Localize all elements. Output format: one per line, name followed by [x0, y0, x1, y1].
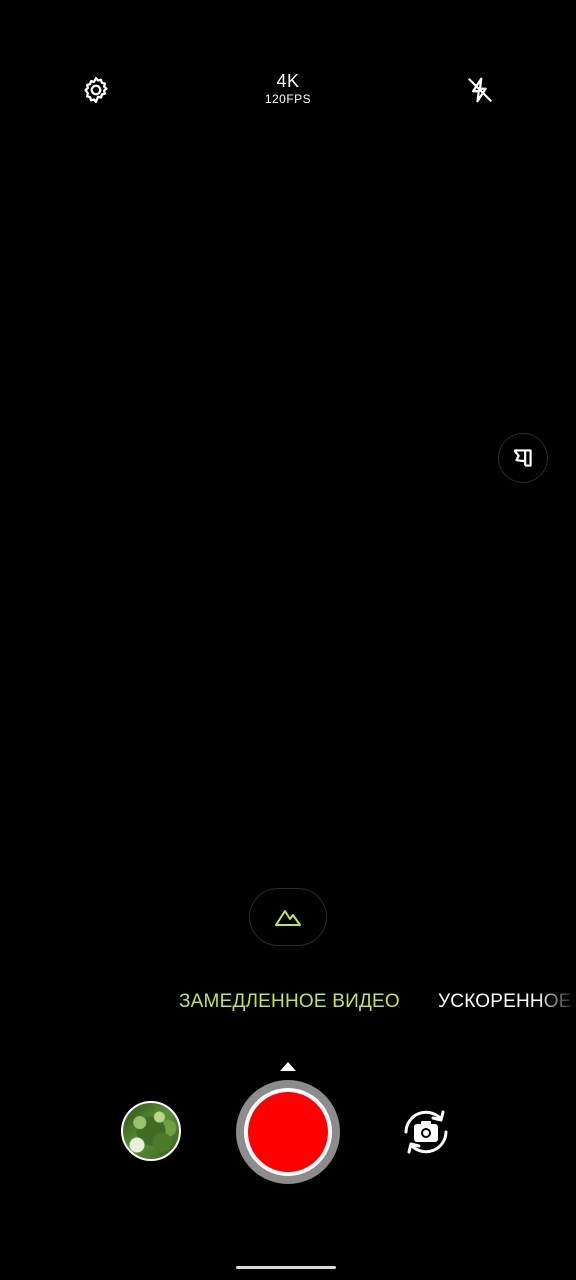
video-quality-selector[interactable]: 4K 120FPS	[248, 70, 328, 112]
landscape-mountain-icon	[275, 910, 301, 926]
resolution-label: 4K	[276, 71, 300, 91]
switch-camera-icon	[404, 1110, 448, 1154]
mode-time-lapse[interactable]: УСКОРЕННОЕ	[438, 990, 576, 1014]
switch-camera-button[interactable]	[394, 1100, 458, 1164]
expand-up-arrow-icon[interactable]	[280, 1062, 296, 1071]
flash-off-icon	[468, 77, 492, 103]
flash-toggle-button[interactable]	[460, 70, 500, 110]
gallery-thumbnail[interactable]	[121, 1101, 181, 1161]
frame-rate-label: 120FPS	[264, 92, 312, 106]
gear-icon	[84, 77, 108, 103]
settings-button[interactable]	[76, 70, 116, 110]
home-indicator[interactable]	[236, 1266, 336, 1269]
scene-mode-button[interactable]	[249, 888, 327, 946]
aspect-ratio-icon	[513, 449, 532, 467]
mode-slow-motion[interactable]: ЗАМЕДЛЕННОЕ ВИДЕО	[179, 990, 400, 1014]
record-button[interactable]	[236, 1080, 340, 1184]
record-button-core	[248, 1092, 328, 1172]
aspect-ratio-button[interactable]	[498, 433, 548, 483]
